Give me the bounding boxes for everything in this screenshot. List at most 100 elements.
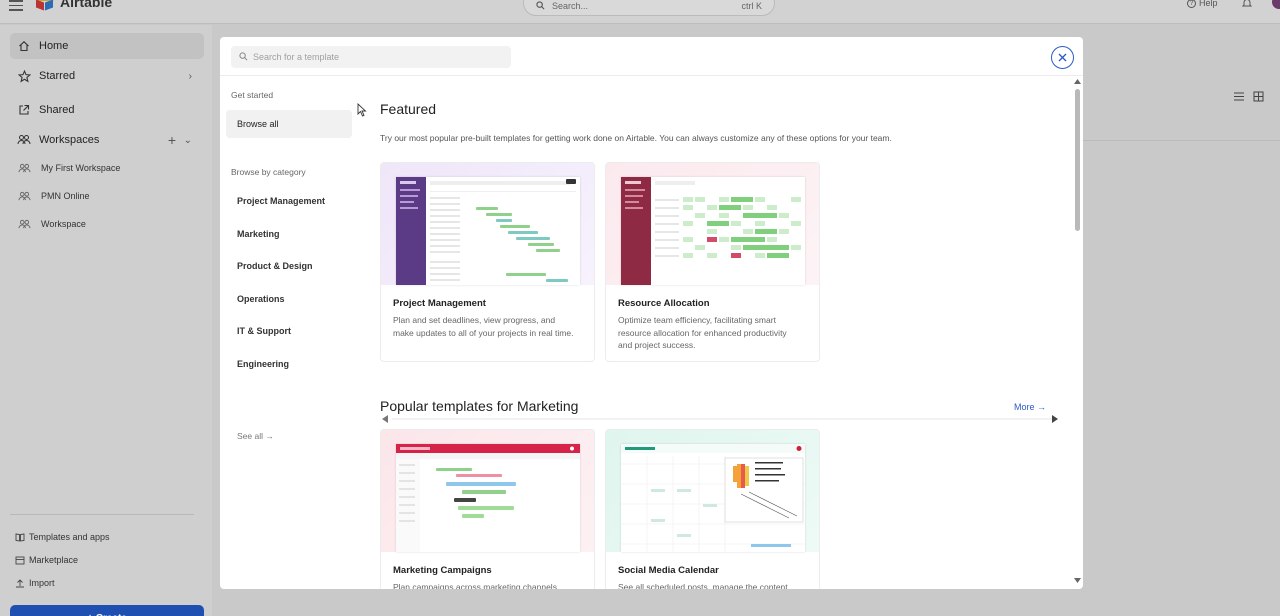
- sidebar-item-home[interactable]: Home: [10, 33, 204, 59]
- close-modal-button[interactable]: [1051, 46, 1074, 69]
- sidebar-divider: [10, 514, 194, 515]
- template-card-description: Plan campaigns across marketing channels: [393, 582, 557, 589]
- template-preview-image: [381, 430, 594, 552]
- carousel-track: [392, 418, 1052, 420]
- help-label: Help: [1199, 0, 1218, 8]
- nav-category-item[interactable]: Engineering: [226, 350, 352, 378]
- notifications-bell-icon[interactable]: [1242, 0, 1252, 8]
- get-started-heading: Get started: [231, 90, 274, 100]
- workspace-people-icon: [18, 163, 32, 174]
- template-card-title: Marketing Campaigns: [393, 565, 492, 576]
- template-card-title: Resource Allocation: [618, 298, 710, 309]
- share-icon: [17, 103, 31, 117]
- workspace-item[interactable]: My First Workspace: [18, 159, 120, 177]
- nav-category-item[interactable]: Project Management: [226, 187, 352, 215]
- sidebar-marketplace[interactable]: Marketplace: [15, 553, 78, 567]
- chevron-down-icon[interactable]: ⌄: [184, 135, 192, 146]
- template-card-description: See all scheduled posts, manage the cont…: [618, 582, 788, 589]
- scrollbar-thumb[interactable]: [1075, 89, 1080, 231]
- sidebar: Home Starred › Shared Workspaces + ⌄ My …: [0, 25, 212, 616]
- user-avatar[interactable]: [1272, 0, 1280, 9]
- featured-carousel-controls: [380, 415, 1070, 425]
- template-card-description: Plan and set deadlines, view progress, a…: [393, 315, 574, 338]
- list-view-icon[interactable]: [1233, 91, 1245, 102]
- sidebar-item-shared[interactable]: Shared: [10, 97, 204, 123]
- help-icon: ?: [1187, 0, 1196, 8]
- view-toggle: [1233, 91, 1264, 102]
- resource-grid-preview: [621, 177, 805, 285]
- template-search-field[interactable]: [231, 46, 511, 68]
- workspace-item[interactable]: PMN Online: [18, 187, 90, 205]
- workspace-item-label: My First Workspace: [41, 163, 121, 173]
- nav-category-item[interactable]: Marketing: [226, 220, 352, 248]
- marketing-section-title: Popular templates for Marketing: [380, 398, 579, 414]
- marketplace-icon: [15, 556, 25, 565]
- search-shortcut: ctrl K: [741, 1, 762, 11]
- sidebar-item-workspaces[interactable]: Workspaces + ⌄: [10, 127, 204, 153]
- create-button[interactable]: + Create: [10, 605, 204, 616]
- search-icon: [536, 1, 545, 10]
- scroll-down-arrow-icon[interactable]: [1074, 578, 1081, 583]
- nav-category-label: IT & Support: [237, 326, 291, 336]
- sidebar-import[interactable]: Import: [15, 576, 55, 590]
- airtable-logo-icon: [36, 0, 54, 11]
- nav-category-label: Project Management: [237, 196, 326, 206]
- more-marketing-link[interactable]: More →: [1014, 402, 1046, 412]
- nav-category-item[interactable]: Operations: [226, 285, 352, 313]
- template-card-description: Optimize team efficiency, facilitating s…: [618, 315, 787, 350]
- hamburger-menu-icon[interactable]: [9, 0, 23, 11]
- templates-and-apps-label: Templates and apps: [29, 532, 110, 542]
- nav-category-label: Operations: [237, 294, 285, 304]
- book-icon: [15, 532, 25, 542]
- sidebar-item-starred[interactable]: Starred ›: [10, 63, 204, 89]
- nav-browse-all[interactable]: Browse all: [226, 110, 352, 138]
- carousel-next-arrow-icon[interactable]: [1051, 415, 1058, 423]
- grid-view-icon[interactable]: [1253, 91, 1264, 102]
- featured-description: Try our most popular pre-built templates…: [380, 133, 892, 143]
- top-bar: Airtable Search... ctrl K ? Help: [0, 0, 1280, 24]
- add-workspace-plus-icon[interactable]: +: [168, 132, 176, 148]
- chevron-right-icon[interactable]: ›: [189, 71, 192, 82]
- background-divider: [1082, 140, 1280, 141]
- template-card-title: Project Management: [393, 298, 486, 309]
- sidebar-workspaces-label: Workspaces: [39, 134, 100, 146]
- carousel-prev-arrow-icon[interactable]: [382, 415, 389, 423]
- app-name: Airtable: [60, 0, 113, 10]
- workspace-item[interactable]: Workspace: [18, 215, 86, 233]
- star-icon: [17, 69, 31, 83]
- template-browser-modal: Get started Browse all Browse by categor…: [220, 37, 1083, 589]
- sidebar-home-label: Home: [39, 40, 69, 52]
- workspace-people-icon: [18, 191, 32, 202]
- template-search-input[interactable]: [253, 49, 503, 65]
- template-content: Featured Try our most popular pre-built …: [380, 76, 1070, 589]
- template-card-marketing-campaigns[interactable]: Marketing Campaigns Plan campaigns acros…: [380, 429, 595, 589]
- template-preview-image: [381, 163, 594, 285]
- modal-scrollbar[interactable]: [1073, 77, 1081, 585]
- nav-category-item[interactable]: Product & Design: [226, 252, 352, 280]
- global-search-bar[interactable]: Search... ctrl K: [523, 0, 775, 16]
- sidebar-shared-label: Shared: [39, 104, 75, 116]
- airtable-logo[interactable]: Airtable: [36, 0, 113, 11]
- nav-browse-all-label: Browse all: [237, 119, 279, 129]
- gantt-preview: [396, 177, 580, 285]
- workspace-item-label: PMN Online: [41, 191, 90, 201]
- template-card-resource-allocation[interactable]: Resource Allocation Optimize team effici…: [605, 162, 820, 362]
- nav-category-item[interactable]: IT & Support: [226, 317, 352, 345]
- template-preview-image: [606, 163, 819, 285]
- template-card-title: Social Media Calendar: [618, 565, 719, 576]
- marketplace-label: Marketplace: [29, 555, 79, 565]
- nav-category-label: Product & Design: [237, 261, 313, 271]
- mouse-cursor-icon: [357, 103, 367, 117]
- template-card-social-media-calendar[interactable]: Social Media Calendar See all scheduled …: [605, 429, 820, 589]
- campaign-timeline-preview: [396, 444, 580, 552]
- template-card-project-management[interactable]: Project Management Plan and set deadline…: [380, 162, 595, 362]
- nav-category-label: Marketing: [237, 229, 280, 239]
- sidebar-templates-and-apps[interactable]: Templates and apps: [15, 530, 110, 544]
- featured-title: Featured: [380, 101, 437, 117]
- see-all-categories-link[interactable]: See all →: [237, 431, 274, 441]
- scroll-up-arrow-icon[interactable]: [1074, 79, 1081, 84]
- help-button[interactable]: ? Help: [1187, 0, 1218, 8]
- sidebar-starred-label: Starred: [39, 70, 76, 82]
- home-icon: [17, 39, 31, 53]
- global-search-placeholder: Search...: [552, 1, 589, 11]
